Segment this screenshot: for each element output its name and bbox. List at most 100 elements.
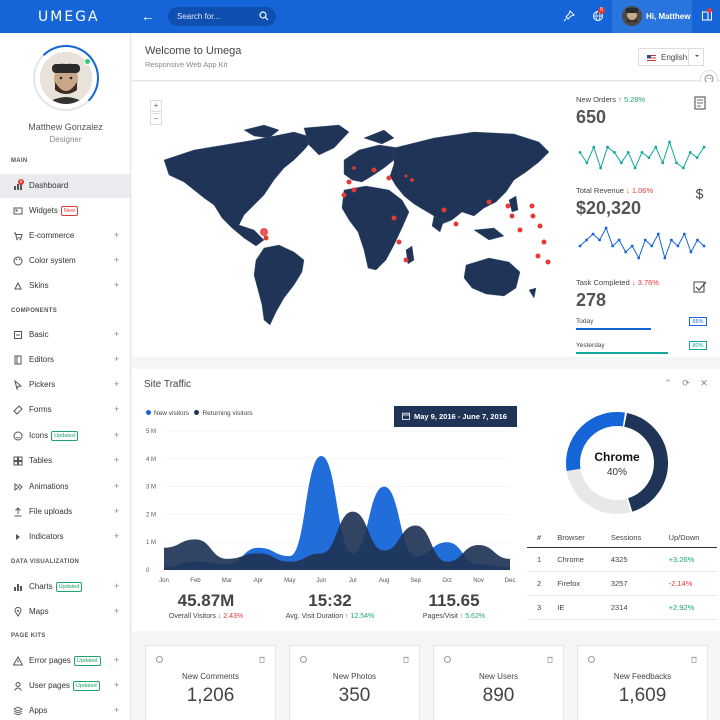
- calendar-icon: [402, 412, 410, 420]
- card-circle-icon: [588, 656, 595, 663]
- sidebar-item-maps[interactable]: Maps +: [0, 600, 130, 624]
- sidebar-item-color-system[interactable]: Color system +: [0, 249, 130, 273]
- x-tick-label: Mar: [222, 578, 232, 584]
- profile-card: Matthew Gonzalez Designer: [0, 33, 131, 153]
- sidebar-item-widgets[interactable]: Widgets New: [0, 199, 130, 223]
- stat-value: 650: [576, 107, 607, 127]
- map-pin-icon: [14, 607, 22, 617]
- card-circle-icon: [300, 656, 307, 663]
- sparkline-point: [689, 250, 693, 254]
- sidebar-item-indicators[interactable]: Indicators +: [0, 525, 130, 549]
- trash-icon[interactable]: [691, 656, 697, 663]
- user-icon: [14, 682, 22, 691]
- sidebar-item-user-pages[interactable]: User pages Updated +: [0, 674, 130, 698]
- card-title: New Comments: [182, 672, 239, 681]
- section-page-kits: PAGE KITS: [11, 633, 46, 639]
- sparkline-point: [637, 256, 641, 260]
- avatar: [622, 6, 642, 26]
- legend-dot-new: [146, 410, 151, 415]
- sidebar-item-animations[interactable]: Animations +: [0, 475, 130, 499]
- sparkline-point: [626, 151, 630, 154]
- card-new-feedbacks[interactable]: New Feedbacks 1,609: [577, 645, 708, 720]
- sparkline-point: [663, 256, 667, 260]
- sidebar-item-skins[interactable]: Skins +: [0, 274, 130, 298]
- map-zoom-in-button[interactable]: +: [150, 100, 162, 112]
- expand-plus-icon: +: [114, 329, 120, 339]
- sparkline-point: [611, 244, 615, 248]
- today-progress-bar: [576, 328, 651, 330]
- sparkline-path: [579, 140, 705, 170]
- sidebar-item-label: Pickers: [29, 380, 56, 389]
- world-map[interactable]: [144, 120, 559, 330]
- expand-plus-icon: +: [114, 430, 120, 440]
- sidebar-item-ecommerce[interactable]: E-commerce +: [0, 224, 130, 248]
- browser-name: Chrome: [547, 547, 601, 572]
- card-title: New Users: [478, 672, 519, 681]
- search-input[interactable]: [177, 10, 257, 23]
- sidebar-item-basic[interactable]: Basic +: [0, 323, 130, 347]
- x-tick-label: May: [284, 578, 295, 584]
- card-new-photos[interactable]: New Photos 350: [289, 645, 420, 720]
- tables-icon: [13, 456, 23, 466]
- column-header: Sessions: [600, 529, 659, 548]
- search-icon[interactable]: [259, 11, 269, 21]
- notification-badge: 5: [598, 7, 605, 14]
- trash-icon[interactable]: [403, 656, 409, 663]
- expand-plus-icon: +: [114, 379, 120, 389]
- column-header: Up/Down: [658, 529, 717, 548]
- card-title: New Feedbacks: [613, 672, 672, 681]
- sidebar-item-pickers[interactable]: Pickers +: [0, 373, 130, 397]
- browser-name: IE: [547, 595, 601, 620]
- sparkline-point: [630, 244, 634, 248]
- collapse-chevron-up-icon[interactable]: ⌃: [663, 378, 673, 388]
- sidebar-item-icons[interactable]: Icons Updated +: [0, 424, 130, 448]
- sidebar-item-charts[interactable]: Charts Updated +: [0, 575, 130, 599]
- pin-icon[interactable]: [563, 10, 575, 22]
- x-tick-label: Dec: [505, 578, 516, 584]
- change-value: -2.14%: [658, 571, 717, 596]
- language-dropdown-button[interactable]: [688, 48, 705, 66]
- user-greeting: Hi, Matthew: [646, 12, 691, 21]
- card-new-users[interactable]: New Users 890: [433, 645, 564, 720]
- card-value: 1,609: [618, 685, 667, 706]
- close-icon[interactable]: ✕: [699, 378, 709, 388]
- legend-returning-visitors: Returning visitors: [202, 410, 253, 417]
- sidebar-item-label: Widgets: [29, 206, 58, 215]
- back-arrow-icon[interactable]: ←: [141, 8, 155, 24]
- sparkline-point: [585, 238, 588, 242]
- expand-plus-icon: +: [114, 354, 120, 364]
- column-header: Browser: [547, 529, 601, 548]
- app-logo[interactable]: UMEGA: [38, 9, 100, 25]
- pages-per-visit-label: Pages/Visit: [422, 613, 458, 620]
- sidebar-item-forms[interactable]: Forms +: [0, 398, 130, 422]
- user-menu[interactable]: Hi, Matthew: [612, 0, 692, 33]
- refresh-icon[interactable]: ⟳: [681, 378, 691, 388]
- sparkline-point: [633, 166, 637, 170]
- sidebar-item-error-pages[interactable]: Error pages Updated +: [0, 649, 130, 673]
- expand-plus-icon: +: [114, 606, 120, 616]
- x-tick-label: Apr: [254, 578, 263, 584]
- sessions-count: 2314: [600, 595, 659, 620]
- sidebar-item-tables[interactable]: Tables +: [0, 449, 130, 473]
- sparkline-point: [599, 166, 603, 170]
- visit-duration-change: ↑ 12.54%: [345, 613, 375, 620]
- sidebar-item-label: Apps: [29, 706, 48, 715]
- sidebar-item-dashboard[interactable]: 5 Dashboard: [0, 174, 130, 198]
- sidebar-item-apps[interactable]: Apps +: [0, 699, 130, 720]
- sidebar-item-file-uploads[interactable]: File uploads +: [0, 500, 130, 524]
- expand-plus-icon: +: [114, 655, 120, 665]
- sidebar-item-label: Color system: [29, 256, 76, 265]
- sidebar-item-editors[interactable]: Editors +: [0, 348, 130, 372]
- sidebar-item-label: Skins: [29, 281, 49, 290]
- trash-icon[interactable]: [547, 656, 553, 663]
- trash-icon[interactable]: [259, 656, 265, 663]
- sidebar-item-label: Error pages: [29, 656, 71, 665]
- revenue-sparkline: [578, 226, 706, 260]
- visit-duration-label: Avg. Visit Duration: [285, 613, 344, 620]
- y-tick-label: 3 M: [146, 485, 156, 491]
- page-subtitle: Responsive Web App Kit: [145, 60, 228, 69]
- expand-plus-icon: +: [114, 481, 120, 491]
- card-new-comments[interactable]: New Comments 1,206: [145, 645, 276, 720]
- date-range-picker[interactable]: May 9, 2016 - June 7, 2016: [394, 406, 517, 427]
- profile-role: Designer: [49, 135, 82, 144]
